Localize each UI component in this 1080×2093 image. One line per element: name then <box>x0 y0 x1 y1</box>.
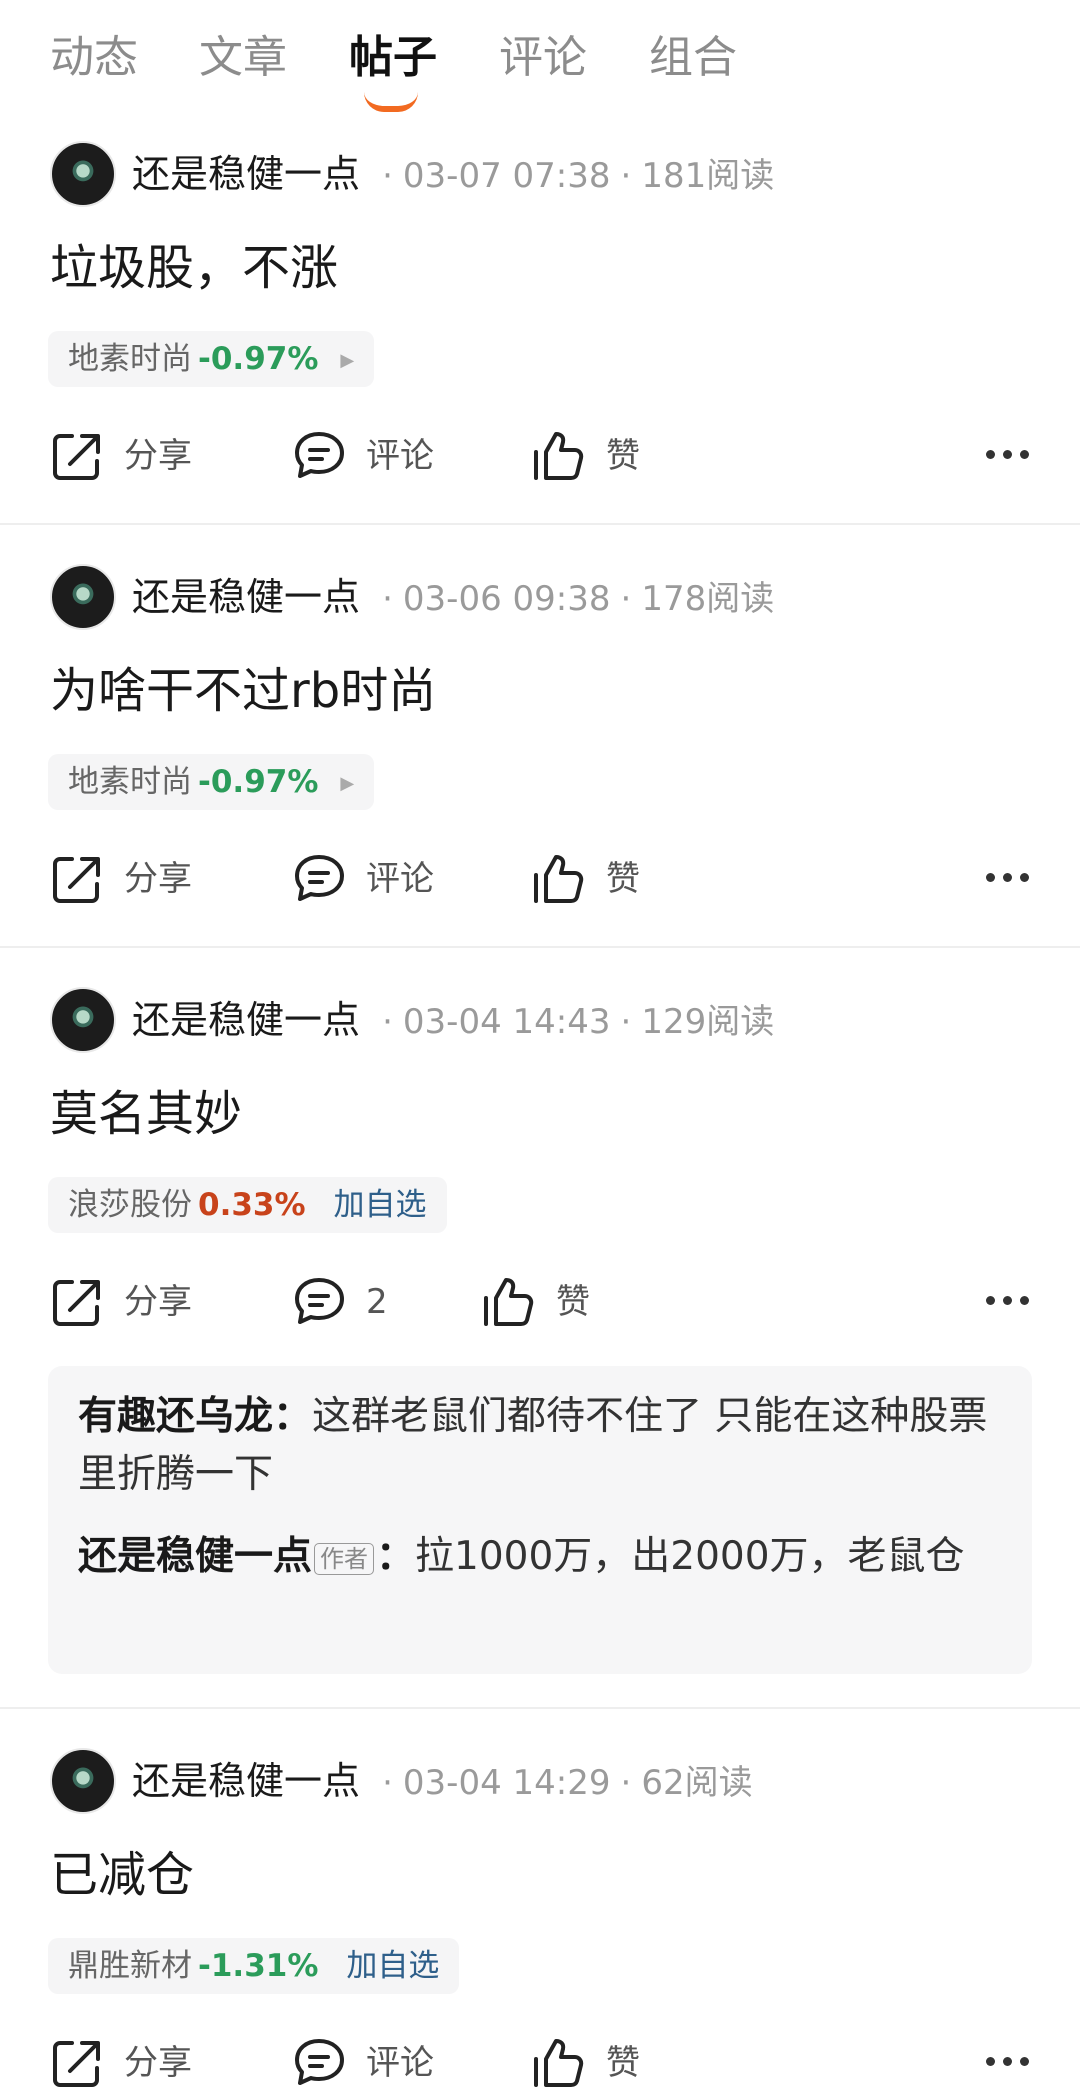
comment-icon <box>295 1278 344 1324</box>
thumbs-up-icon <box>534 855 584 903</box>
comment-text: 拉1000万，出2000万，老鼠仓 <box>415 1534 965 1579</box>
share-icon <box>53 434 100 480</box>
stock-chip[interactable]: 地素时尚 -0.97% ▶ <box>48 754 375 810</box>
post-header: 还是稳健一点 · 03-04 14:29 · 62阅读 <box>132 1759 753 1803</box>
thumbs-up-icon <box>484 1278 534 1326</box>
post-header: 还是稳健一点 · 03-07 07:38 · 181阅读 <box>132 152 775 196</box>
post-date: 03-07 07:38 <box>402 156 611 196</box>
post-content[interactable]: 已减仓 <box>50 1845 194 1905</box>
divider <box>0 523 1080 525</box>
author-name[interactable]: 还是稳健一点 <box>132 998 360 1042</box>
stock-chip[interactable]: 浪莎股份 0.33% 加自选 <box>48 1177 447 1233</box>
thumbs-up-icon <box>534 2039 584 2087</box>
author-name[interactable]: 还是稳健一点 <box>132 1759 360 1803</box>
tab-activity[interactable]: 动态 <box>50 30 138 86</box>
stock-name: 地素时尚 <box>68 341 192 377</box>
comment-preview-box[interactable]: 有趣还乌龙：这群老鼠们都待不住了 只能在这种股票里折腾一下 还是稳健一点 作者 ：拉… <box>48 1366 1032 1674</box>
comment-icon <box>295 432 344 478</box>
read-count: 129阅读 <box>641 1002 775 1042</box>
divider <box>0 1707 1080 1709</box>
post-date: 03-06 09:38 <box>402 579 611 619</box>
stock-chip[interactable]: 鼎胜新材 -1.31% 加自选 <box>48 1938 460 1994</box>
post-actions: 分享 2 赞 <box>0 1272 1080 1332</box>
read-count: 62阅读 <box>641 1763 753 1803</box>
post-actions: 分享 评论 赞 <box>0 2033 1080 2093</box>
stock-change: 0.33% <box>198 1187 306 1223</box>
more-options-icon[interactable] <box>986 450 1030 460</box>
post-date: 03-04 14:29 <box>402 1763 611 1803</box>
divider <box>0 946 1080 948</box>
tab-bar: 动态 文章 帖子 评论 组合 <box>0 0 1080 120</box>
comment-preview[interactable]: 有趣还乌龙：这群老鼠们都待不住了 只能在这种股票里折腾一下 <box>78 1388 992 1504</box>
post-actions: 分享 评论 赞 <box>0 849 1080 909</box>
read-count: 181阅读 <box>641 156 775 196</box>
tab-comments[interactable]: 评论 <box>499 30 587 86</box>
post-date: 03-04 14:43 <box>402 1002 611 1042</box>
stock-change: -1.31% <box>198 1948 319 1984</box>
comment-count: 2 <box>366 1282 388 1322</box>
avatar[interactable] <box>50 987 116 1053</box>
play-arrow-icon: ▶ <box>340 349 355 371</box>
read-count: 178阅读 <box>641 579 775 619</box>
play-arrow-icon: ▶ <box>340 772 355 794</box>
share-icon <box>53 1280 100 1326</box>
post-header: 还是稳健一点 · 03-06 09:38 · 178阅读 <box>132 575 775 619</box>
add-to-watchlist-button[interactable]: 加自选 <box>334 1187 427 1223</box>
avatar[interactable] <box>50 564 116 630</box>
commenter-name[interactable]: 还是稳健一点 <box>78 1534 312 1579</box>
stock-chip[interactable]: 地素时尚 -0.97% ▶ <box>48 331 375 387</box>
more-options-icon[interactable] <box>986 1296 1030 1306</box>
more-options-icon[interactable] <box>986 2057 1030 2067</box>
stock-name: 鼎胜新材 <box>68 1948 192 1984</box>
tab-posts[interactable]: 帖子 <box>349 30 437 86</box>
thumbs-up-icon <box>534 432 584 480</box>
active-tab-indicator <box>364 92 418 112</box>
avatar[interactable] <box>50 141 116 207</box>
comment-icon <box>295 855 344 901</box>
tab-portfolio[interactable]: 组合 <box>649 30 737 86</box>
comment-preview[interactable]: 还是稳健一点 作者 ：拉1000万，出2000万，老鼠仓 <box>78 1528 992 1586</box>
share-icon <box>53 857 100 903</box>
post-header: 还是稳健一点 · 03-04 14:43 · 129阅读 <box>132 998 775 1042</box>
stock-change: -0.97% <box>198 341 319 377</box>
author-name[interactable]: 还是稳健一点 <box>132 152 360 196</box>
author-badge: 作者 <box>314 1542 375 1575</box>
share-icon <box>53 2041 100 2087</box>
avatar[interactable] <box>50 1748 116 1814</box>
post-content[interactable]: 莫名其妙 <box>50 1084 242 1144</box>
commenter-name[interactable]: 有趣还乌龙 <box>78 1394 273 1439</box>
stock-change: -0.97% <box>198 764 319 800</box>
stock-name: 浪莎股份 <box>68 1187 192 1223</box>
more-options-icon[interactable] <box>986 873 1030 883</box>
author-name[interactable]: 还是稳健一点 <box>132 575 360 619</box>
tab-articles[interactable]: 文章 <box>199 30 287 86</box>
post-content[interactable]: 为啥干不过rb时尚 <box>50 661 436 721</box>
comment-icon <box>295 2039 344 2085</box>
stock-name: 地素时尚 <box>68 764 192 800</box>
add-to-watchlist-button[interactable]: 加自选 <box>346 1948 439 1984</box>
post-actions: 分享 评论 赞 <box>0 426 1080 486</box>
post-content[interactable]: 垃圾股，不涨 <box>50 238 338 298</box>
